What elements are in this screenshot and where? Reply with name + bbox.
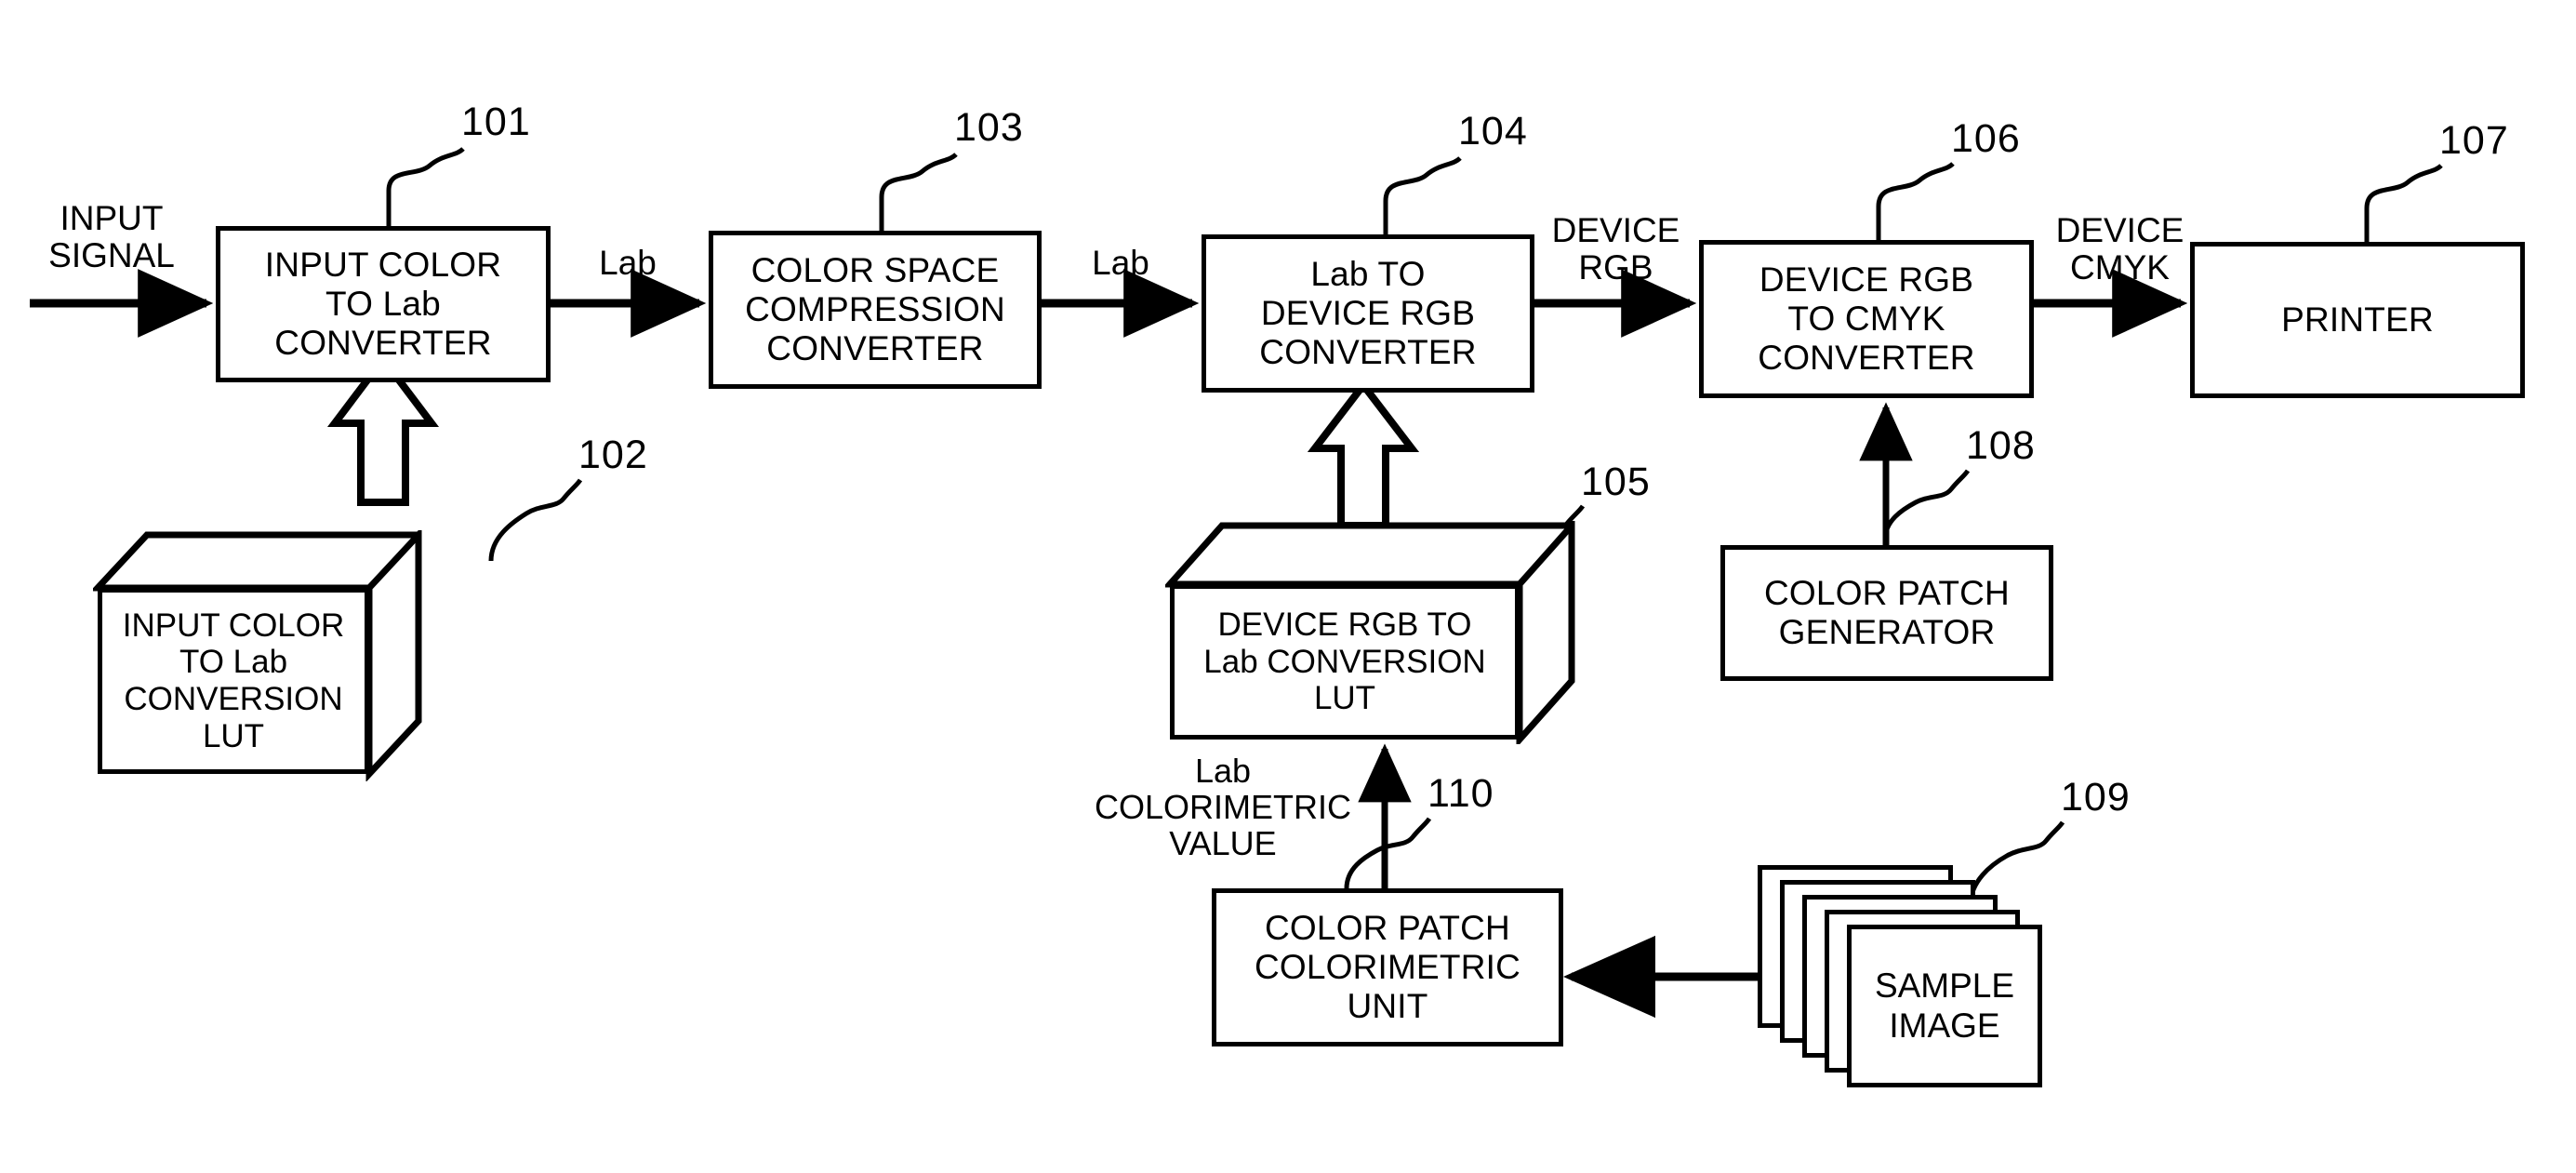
lut-front-face: INPUT COLOR TO Lab CONVERSION LUT [98, 588, 369, 774]
block-label: DEVICE RGB TO CMYK CONVERTER [1758, 260, 1975, 378]
block-label: COLOR SPACE COMPRESSION CONVERTER [745, 250, 1005, 368]
reference-numeral-105: 105 [1581, 460, 1651, 504]
signal-label-device-rgb: DEVICE RGB [1551, 211, 1680, 287]
lut-front-face: DEVICE RGB TO Lab CONVERSION LUT [1170, 584, 1520, 740]
block-device-rgb-to-cmyk-converter[interactable]: DEVICE RGB TO CMYK CONVERTER [1699, 240, 2034, 398]
reference-numeral-106: 106 [1951, 116, 2021, 161]
reference-numeral-101: 101 [461, 100, 531, 144]
signal-label-input-signal: INPUT SIGNAL [48, 199, 175, 274]
block-color-patch-colorimetric-unit[interactable]: COLOR PATCH COLORIMETRIC UNIT [1212, 888, 1563, 1046]
sample-image-sheet-front: SAMPLE IMAGE [1847, 925, 2042, 1087]
block-label: DEVICE RGB TO Lab CONVERSION LUT [1203, 606, 1486, 717]
reference-numeral-110: 110 [1427, 771, 1494, 816]
reference-numeral-102: 102 [578, 433, 648, 477]
block-input-color-to-lab-converter[interactable]: INPUT COLOR TO Lab CONVERTER [216, 226, 551, 382]
block-device-rgb-to-lab-conversion-lut[interactable]: DEVICE RGB TO Lab CONVERSION LUT [1165, 521, 1576, 744]
block-sample-image[interactable]: SAMPLE IMAGE [1758, 865, 2055, 1107]
block-label: COLOR PATCH COLORIMETRIC UNIT [1254, 908, 1521, 1026]
block-color-space-compression-converter[interactable]: COLOR SPACE COMPRESSION CONVERTER [709, 231, 1042, 389]
block-label: INPUT COLOR TO Lab CONVERSION LUT [122, 606, 345, 754]
block-printer[interactable]: PRINTER [2190, 242, 2525, 398]
figure-canvas: INPUT COLOR TO Lab CONVERTER COLOR SPACE… [0, 0, 2576, 1173]
reference-numeral-107: 107 [2439, 118, 2509, 163]
block-color-patch-generator[interactable]: COLOR PATCH GENERATOR [1720, 545, 2053, 681]
block-label: COLOR PATCH GENERATOR [1764, 573, 2010, 651]
signal-label-lab-2: Lab [1092, 244, 1149, 282]
reference-numeral-109: 109 [2061, 775, 2131, 820]
block-label: Lab TO DEVICE RGB CONVERTER [1259, 254, 1477, 372]
block-lab-to-device-rgb-converter[interactable]: Lab TO DEVICE RGB CONVERTER [1202, 234, 1534, 393]
reference-numeral-104: 104 [1458, 109, 1528, 153]
block-label: INPUT COLOR TO Lab CONVERTER [264, 245, 502, 363]
signal-label-lab-colorimetric-value: Lab COLORIMETRIC VALUE [1094, 752, 1351, 862]
signal-label-device-cmyk: DEVICE CMYK [2055, 211, 2184, 287]
block-label: SAMPLE IMAGE [1874, 966, 2015, 1045]
reference-numeral-103: 103 [954, 105, 1024, 150]
reference-numeral-108: 108 [1966, 423, 2036, 468]
block-input-color-to-lab-conversion-lut[interactable]: INPUT COLOR TO Lab CONVERSION LUT [93, 530, 423, 781]
block-label: PRINTER [2281, 300, 2434, 339]
signal-label-lab-1: Lab [599, 244, 657, 282]
